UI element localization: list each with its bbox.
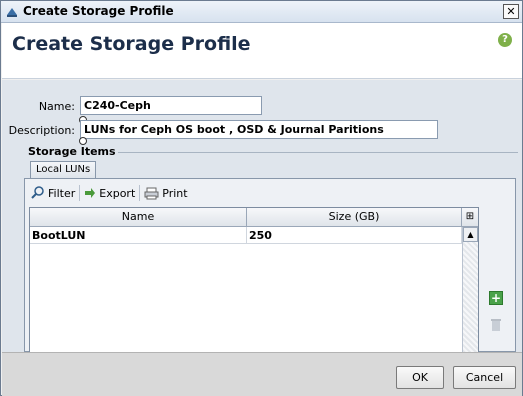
cell-name: BootLUN — [30, 227, 247, 244]
cell-size: 250 — [247, 227, 462, 244]
print-button[interactable]: Print — [140, 187, 191, 200]
tab-local-luns[interactable]: Local LUNs — [30, 161, 97, 179]
trash-icon[interactable] — [490, 317, 502, 331]
ok-button[interactable]: OK — [396, 366, 444, 389]
app-icon — [7, 8, 17, 17]
window-title: Create Storage Profile — [23, 4, 174, 18]
toolbar: Filter Export Print — [27, 183, 192, 203]
dialog-footer: OK Cancel — [2, 352, 522, 396]
form-content: Name: C240-Ceph Description: LUNs for Ce… — [2, 80, 522, 353]
title-bar[interactable]: Create Storage Profile ✕ — [1, 1, 522, 23]
luns-table: Name Size (GB) ⊞ BootLUN 250 ▲ — [29, 207, 479, 353]
close-button[interactable]: ✕ — [503, 4, 519, 19]
cancel-button[interactable]: Cancel — [453, 366, 516, 389]
name-label: Name: — [38, 100, 75, 113]
filter-button[interactable]: Filter — [27, 186, 79, 200]
local-luns-panel: Filter Export Print Name Size (GB) ⊞ Boo… — [24, 178, 516, 353]
add-icon[interactable]: + — [489, 291, 503, 305]
page-title: Create Storage Profile — [12, 33, 251, 55]
vertical-scrollbar[interactable]: ▲ — [462, 227, 478, 352]
help-icon[interactable]: ? — [498, 33, 512, 47]
description-input[interactable]: LUNs for Ceph OS boot , OSD & Journal Pa… — [80, 120, 438, 139]
column-chooser-icon[interactable]: ⊞ — [462, 208, 478, 226]
table-header: Name Size (GB) ⊞ — [30, 208, 478, 227]
export-arrow-icon — [85, 188, 96, 198]
printer-icon — [144, 187, 159, 199]
header: Create Storage Profile ? — [2, 23, 522, 79]
export-button[interactable]: Export — [80, 187, 139, 200]
filter-icon — [31, 186, 44, 199]
name-input[interactable]: C240-Ceph — [80, 96, 262, 115]
description-label: Description: — [8, 124, 75, 137]
create-storage-profile-dialog: Create Storage Profile ✕ Create Storage … — [0, 0, 523, 396]
column-header-name[interactable]: Name — [30, 208, 247, 226]
table-row[interactable]: BootLUN 250 — [30, 227, 462, 244]
scroll-up-arrow-icon[interactable]: ▲ — [463, 227, 478, 242]
storage-items-legend: Storage Items — [28, 145, 118, 158]
column-header-size[interactable]: Size (GB) — [247, 208, 462, 226]
info-icon — [79, 137, 87, 145]
divider — [86, 152, 518, 153]
